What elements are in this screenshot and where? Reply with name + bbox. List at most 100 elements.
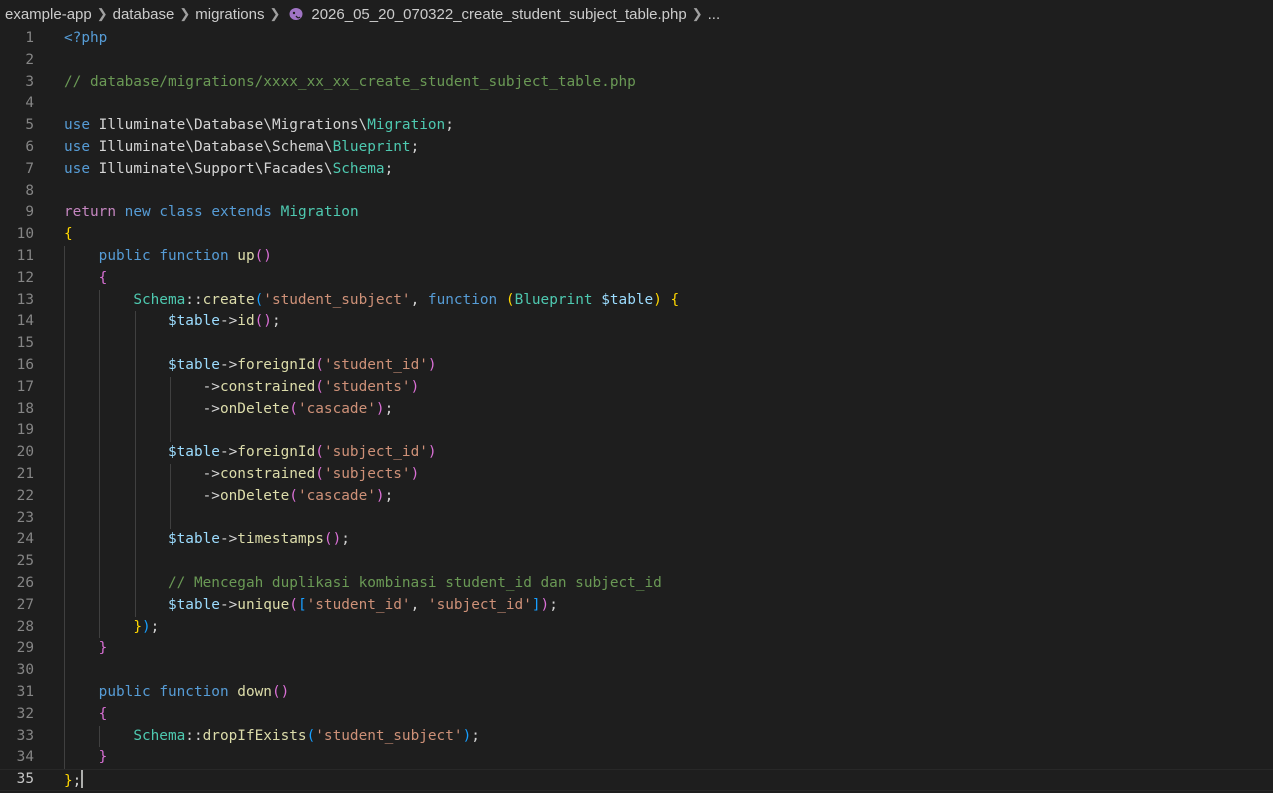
line-number: 6 [25,139,34,155]
code-line[interactable]: 24 $table->timestamps(); [0,529,1273,551]
code-line[interactable]: 20 $table->foreignId('subject_id') [0,442,1273,464]
line-number: 10 [16,226,34,243]
php-elephant-icon [289,8,303,20]
code-line[interactable]: 34 } [0,747,1273,769]
line-number: 1 [25,30,34,46]
code-line[interactable]: 14 $table->id(); [0,311,1273,333]
code-editor[interactable]: 1 <?php 2 3// database/migrations/xxxx_xx_x… [0,28,1273,793]
code-line[interactable]: 9 return new class extends Migration [0,202,1273,224]
code-line[interactable]: 29 } [0,638,1273,660]
code-line[interactable]: 22 ->onDelete('cascade'); [0,486,1273,508]
line-number: 25 [16,553,34,570]
code-token: up [237,248,255,264]
code-token: ( [505,291,515,308]
code-token: ; [445,117,454,134]
code-token: foreignId [237,444,316,461]
code-token: $table [167,313,220,330]
code-token: } [98,749,108,766]
indent-guide [169,464,171,530]
code-token: , [410,291,428,308]
code-token: // Mencegah duplikasi kombinasi student_… [167,575,662,591]
code-token: Illuminate\Database\Migrations\ [90,117,368,134]
code-token: $table [167,444,220,461]
code-text: ->constrained('subjects') [64,464,420,486]
code-line[interactable]: 23 [0,508,1273,530]
line-number: 29 [16,640,34,657]
breadcrumb-item-migrations[interactable]: migrations [195,6,264,23]
code-line[interactable]: 33 Schema::dropIfExists('student_subject… [0,726,1273,748]
breadcrumb-item-file[interactable]: 2026_05_20_070322_create_student_subject… [311,6,686,23]
code-line[interactable]: 3 // database/migrations/xxxx_xx_xx_creat… [0,72,1273,94]
code-token: ) [540,596,550,613]
code-line[interactable]: 16 $table->foreignId('student_id') [0,355,1273,377]
code-line[interactable]: 31 public function down() [0,682,1273,704]
code-text: public function down() [64,682,290,704]
code-line[interactable]: 5 use Illuminate\Database\Migrations\Migr… [0,115,1273,137]
code-line[interactable]: 1 <?php [0,28,1273,50]
code-line[interactable]: 2 [0,50,1273,72]
code-text: }; [64,770,84,792]
code-token: $table [167,531,220,548]
code-token: ) [653,291,662,308]
code-line[interactable]: 19 [0,420,1273,442]
breadcrumb-item-database[interactable]: database [113,6,175,23]
line-number: 28 [16,618,34,635]
code-token: $table [601,291,654,308]
breadcrumb-item-root[interactable]: example-app [5,6,92,23]
code-token: 'cascade' [297,400,376,417]
code-token: function [159,248,229,264]
code-line[interactable]: 8 [0,181,1273,203]
code-line[interactable]: 28 }); [0,617,1273,639]
code-token: ; [384,400,394,417]
code-line[interactable]: 11 public function up() [0,246,1273,268]
code-line[interactable]: 27 $table->unique(['student_id', 'subjec… [0,595,1273,617]
text-cursor [81,770,84,789]
code-line[interactable]: 17 ->constrained('students') [0,377,1273,399]
code-line[interactable]: 21 ->constrained('subjects') [0,464,1273,486]
code-token: Blueprint [332,139,411,155]
code-line[interactable]: 6 use Illuminate\Database\Schema\Blueprin… [0,137,1273,159]
code-token: extends [211,204,272,221]
code-token: Migration [367,117,446,134]
code-line[interactable]: 30 [0,660,1273,682]
chevron-right-icon: ❯ [96,6,108,21]
code-token: ; [72,773,82,790]
code-token: } [133,618,142,635]
code-text: return new class extends Migration [64,202,359,224]
breadcrumb-more[interactable]: ... [708,6,721,23]
code-line[interactable]: 32 { [0,704,1273,726]
code-token: :: [185,291,203,308]
code-token: { [98,705,108,722]
code-line[interactable]: 7 use Illuminate\Support\Facades\Schema; [0,159,1273,181]
code-token: -> [219,313,238,330]
indent-guide [134,311,136,617]
code-token: 'subject_id' [323,444,428,461]
code-token: id [237,313,255,330]
code-token: Illuminate\Support\Facades\ [90,160,333,177]
code-line[interactable]: 13 Schema::create('student_subject', fun… [0,290,1273,312]
code-line[interactable]: 10 { [0,224,1273,246]
line-number: 5 [25,117,34,134]
code-text: { [64,268,108,290]
code-token: ; [471,727,480,744]
code-token: 'subject_id' [427,596,532,613]
code-token: ) [462,727,472,744]
code-line[interactable]: 12 { [0,268,1273,290]
code-token: Migration [280,204,359,221]
code-token: constrained [219,378,316,395]
code-token: , [410,596,428,613]
code-line[interactable]: 18 ->onDelete('cascade'); [0,399,1273,421]
code-line[interactable]: 35}; [0,769,1273,791]
code-line[interactable]: 4 [0,93,1273,115]
code-line[interactable]: 26 // Mencegah duplikasi kombinasi stude… [0,573,1273,595]
code-token: -> [202,400,220,417]
code-token: Blueprint [514,291,593,308]
code-line[interactable]: 25 [0,551,1273,573]
code-line[interactable]: 15 [0,333,1273,355]
